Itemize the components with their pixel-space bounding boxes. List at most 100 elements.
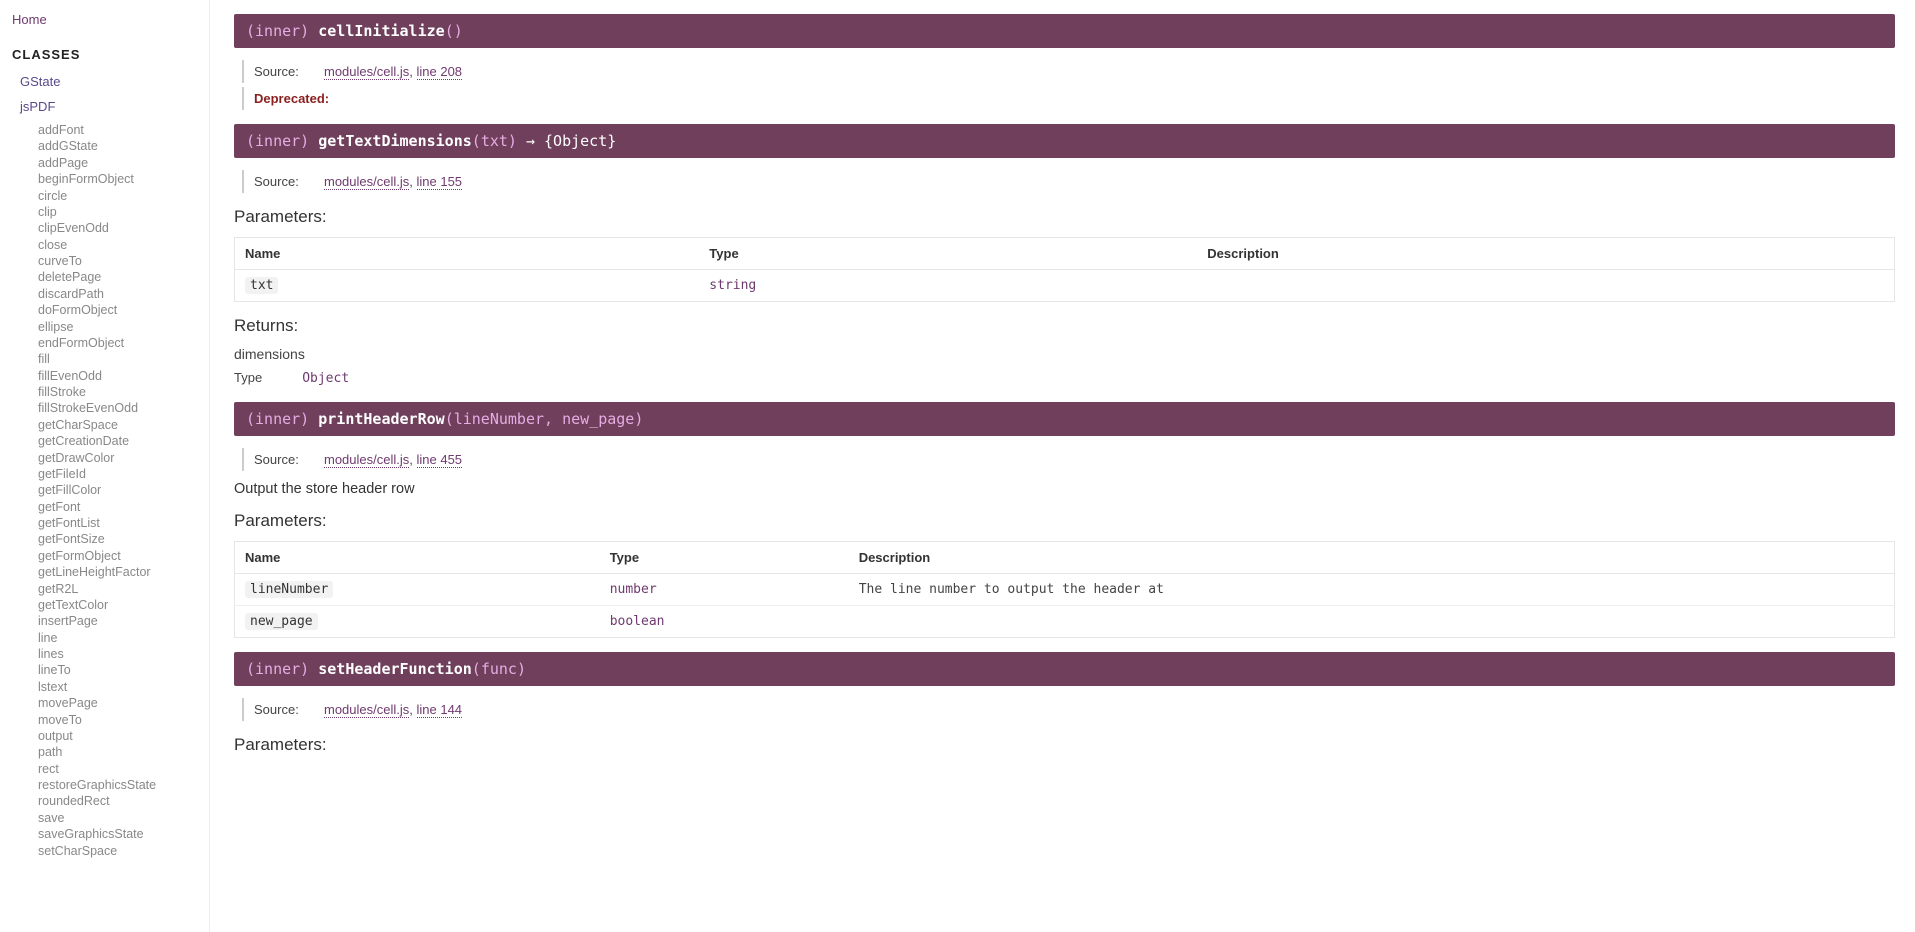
method-link-save[interactable]: save: [38, 810, 209, 826]
returns-text: dimensions: [234, 346, 1895, 362]
method-link-getLineHeightFactor[interactable]: getLineHeightFactor: [38, 564, 209, 580]
class-link-jspdf[interactable]: jsPDF: [12, 97, 209, 116]
source-link-file[interactable]: modules/cell.js: [324, 174, 409, 190]
class-link-gstate[interactable]: GState: [12, 72, 209, 91]
method-list-item: setCharSpace: [38, 843, 209, 859]
source-link-line[interactable]: line 455: [417, 452, 463, 468]
source-value: modules/cell.js, line 155: [324, 174, 462, 189]
fn-header-cellInitialize: (inner) cellInitialize(): [234, 14, 1895, 48]
method-link-getCharSpace[interactable]: getCharSpace: [38, 417, 209, 433]
param-name: txt: [245, 277, 278, 294]
method-list-item: addFont: [38, 122, 209, 138]
method-list-item: lstext: [38, 679, 209, 695]
source-sep: ,: [409, 64, 416, 79]
method-link-clipEvenOdd[interactable]: clipEvenOdd: [38, 220, 209, 236]
param-type: boolean: [610, 614, 665, 629]
source-link-file[interactable]: modules/cell.js: [324, 64, 409, 80]
method-link-doFormObject[interactable]: doFormObject: [38, 302, 209, 318]
method-link-beginFormObject[interactable]: beginFormObject: [38, 171, 209, 187]
method-link-getFileId[interactable]: getFileId: [38, 466, 209, 482]
fn-scope: (inner): [246, 410, 309, 428]
fn-name: getTextDimensions: [318, 132, 472, 150]
method-list-item: fillEvenOdd: [38, 368, 209, 384]
method-link-discardPath[interactable]: discardPath: [38, 286, 209, 302]
method-link-output[interactable]: output: [38, 728, 209, 744]
method-link-lstext[interactable]: lstext: [38, 679, 209, 695]
method-link-getFormObject[interactable]: getFormObject: [38, 548, 209, 564]
method-link-fillStroke[interactable]: fillStroke: [38, 384, 209, 400]
param-row: txt string: [235, 270, 1895, 302]
method-link-lines[interactable]: lines: [38, 646, 209, 662]
source-link-file[interactable]: modules/cell.js: [324, 452, 409, 468]
method-list-item: fillStroke: [38, 384, 209, 400]
source-link-file[interactable]: modules/cell.js: [324, 702, 409, 718]
method-link-setCharSpace[interactable]: setCharSpace: [38, 843, 209, 859]
method-list-item: getR2L: [38, 581, 209, 597]
param-type: string: [709, 278, 756, 293]
home-link[interactable]: Home: [12, 8, 209, 39]
method-link-addFont[interactable]: addFont: [38, 122, 209, 138]
method-link-getDrawColor[interactable]: getDrawColor: [38, 450, 209, 466]
method-link-insertPage[interactable]: insertPage: [38, 613, 209, 629]
method-link-restoreGraphicsState[interactable]: restoreGraphicsState: [38, 777, 209, 793]
method-link-deletePage[interactable]: deletePage: [38, 269, 209, 285]
source-link-line[interactable]: line 208: [417, 64, 463, 80]
method-list-item: clipEvenOdd: [38, 220, 209, 236]
method-list-item: getFileId: [38, 466, 209, 482]
fn-name: printHeaderRow: [318, 410, 444, 428]
source-row: Source: modules/cell.js, line 144: [242, 698, 1895, 721]
source-sep: ,: [409, 452, 416, 467]
col-type: Type: [699, 238, 1197, 270]
method-link-roundedRect[interactable]: roundedRect: [38, 793, 209, 809]
method-link-ellipse[interactable]: ellipse: [38, 319, 209, 335]
method-link-saveGraphicsState[interactable]: saveGraphicsState: [38, 826, 209, 842]
param-name: new_page: [245, 613, 318, 630]
method-list-item: getFillColor: [38, 482, 209, 498]
fn-header-setHeaderFunction: (inner) setHeaderFunction(func): [234, 652, 1895, 686]
method-link-movePage[interactable]: movePage: [38, 695, 209, 711]
method-link-close[interactable]: close: [38, 237, 209, 253]
method-list-item: ellipse: [38, 319, 209, 335]
method-link-addGState[interactable]: addGState: [38, 138, 209, 154]
method-link-fillStrokeEvenOdd[interactable]: fillStrokeEvenOdd: [38, 400, 209, 416]
col-desc: Description: [849, 542, 1895, 574]
method-link-path[interactable]: path: [38, 744, 209, 760]
col-type: Type: [600, 542, 849, 574]
method-link-addPage[interactable]: addPage: [38, 155, 209, 171]
method-link-endFormObject[interactable]: endFormObject: [38, 335, 209, 351]
source-link-line[interactable]: line 155: [417, 174, 463, 190]
fn-args: txt: [481, 132, 508, 150]
method-link-lineTo[interactable]: lineTo: [38, 662, 209, 678]
fn-name: cellInitialize: [318, 22, 444, 40]
method-link-getFontList[interactable]: getFontList: [38, 515, 209, 531]
source-link-line[interactable]: line 144: [417, 702, 463, 718]
method-link-curveTo[interactable]: curveTo: [38, 253, 209, 269]
method-link-getCreationDate[interactable]: getCreationDate: [38, 433, 209, 449]
method-list: addFontaddGStateaddPagebeginFormObjectci…: [12, 122, 209, 859]
method-list-item: output: [38, 728, 209, 744]
method-link-circle[interactable]: circle: [38, 188, 209, 204]
method-list-item: getCreationDate: [38, 433, 209, 449]
method-link-rect[interactable]: rect: [38, 761, 209, 777]
method-link-fillEvenOdd[interactable]: fillEvenOdd: [38, 368, 209, 384]
method-link-clip[interactable]: clip: [38, 204, 209, 220]
method-list-item: line: [38, 630, 209, 646]
method-link-moveTo[interactable]: moveTo: [38, 712, 209, 728]
method-list-item: curveTo: [38, 253, 209, 269]
parameters-heading: Parameters:: [234, 207, 1895, 227]
method-link-fill[interactable]: fill: [38, 351, 209, 367]
method-list-item: close: [38, 237, 209, 253]
method-link-getTextColor[interactable]: getTextColor: [38, 597, 209, 613]
param-row: lineNumber number The line number to out…: [235, 574, 1895, 606]
fn-scope: (inner): [246, 660, 309, 678]
method-list-item: clip: [38, 204, 209, 220]
method-link-getFont[interactable]: getFont: [38, 499, 209, 515]
method-link-getFillColor[interactable]: getFillColor: [38, 482, 209, 498]
params-table: Name Type Description txt string: [234, 237, 1895, 302]
method-link-getFontSize[interactable]: getFontSize: [38, 531, 209, 547]
paren-open: (: [472, 660, 481, 678]
method-link-line[interactable]: line: [38, 630, 209, 646]
method-link-getR2L[interactable]: getR2L: [38, 581, 209, 597]
paren-close: ): [508, 132, 517, 150]
method-list-item: getDrawColor: [38, 450, 209, 466]
